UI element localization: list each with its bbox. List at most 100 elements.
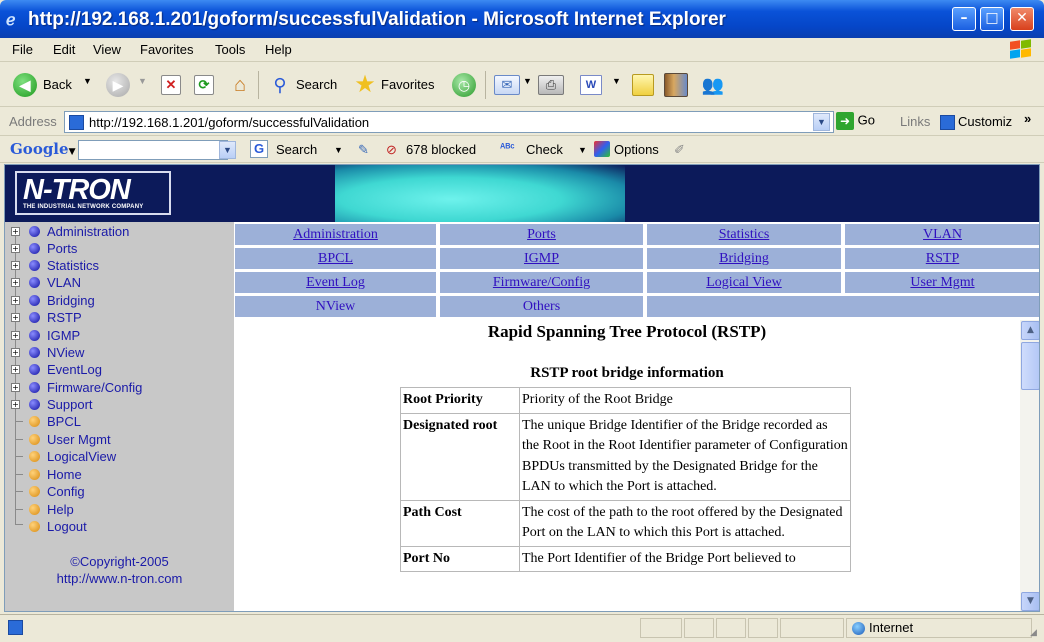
expand-icon[interactable]: + xyxy=(11,244,20,253)
tree-item-label[interactable]: NView xyxy=(47,345,84,360)
expand-icon[interactable]: + xyxy=(11,261,20,270)
tree-item-label[interactable]: User Mgmt xyxy=(47,432,111,447)
expand-icon[interactable]: + xyxy=(11,331,20,340)
search-button-label[interactable]: Search xyxy=(296,77,337,92)
tree-item-label[interactable]: Home xyxy=(47,467,82,482)
customize-links-button[interactable]: Customiz xyxy=(940,114,1012,131)
nav-vlan[interactable]: VLAN xyxy=(844,223,1039,246)
home-icon[interactable]: ⌂ xyxy=(227,73,253,97)
tree-item-label[interactable]: Administration xyxy=(47,224,129,239)
messenger-icon[interactable]: 👥 xyxy=(700,73,726,97)
popup-blocker-icon[interactable]: ⊘ xyxy=(386,142,397,158)
vertical-scrollbar[interactable]: ▲ ▼ xyxy=(1020,320,1039,611)
nav-rstp[interactable]: RSTP xyxy=(844,247,1039,270)
menu-help[interactable]: Help xyxy=(265,42,292,57)
edit-word-icon[interactable]: W xyxy=(580,75,602,95)
google-search-icon[interactable]: G xyxy=(250,140,268,158)
nav-administration[interactable]: Administration xyxy=(234,223,437,246)
ntron-website-link[interactable]: http://www.n-tron.com xyxy=(5,571,234,586)
google-search-input[interactable]: ▼ xyxy=(78,140,236,160)
google-search-dropdown-icon[interactable]: ▼ xyxy=(219,141,236,159)
go-button[interactable]: ➜ Go xyxy=(836,112,875,130)
expand-icon[interactable]: + xyxy=(11,313,20,322)
favorites-star-icon[interactable]: ★ xyxy=(352,72,378,98)
favorites-button-label[interactable]: Favorites xyxy=(381,77,434,92)
nav-logical-view[interactable]: Logical View xyxy=(646,271,842,294)
nav-ports[interactable]: Ports xyxy=(439,223,644,246)
expand-icon[interactable]: + xyxy=(11,296,20,305)
nav-firmware-config[interactable]: Firmware/Config xyxy=(439,271,644,294)
google-logo[interactable]: Google▼ xyxy=(10,140,75,158)
popup-blocked-count[interactable]: 678 blocked xyxy=(406,142,476,157)
expand-icon[interactable]: + xyxy=(11,383,20,392)
spellcheck-dropdown-icon[interactable]: ▼ xyxy=(578,145,587,155)
tree-item-label[interactable]: LogicalView xyxy=(47,449,116,464)
tree-item-label[interactable]: Firmware/Config xyxy=(47,380,142,395)
nav-user-mgmt[interactable]: User Mgmt xyxy=(844,271,1039,294)
menu-file[interactable]: File xyxy=(12,42,33,57)
google-search-options-icon[interactable]: ▼ xyxy=(334,145,343,155)
tree-item-label[interactable]: VLAN xyxy=(47,275,81,290)
nav-igmp[interactable]: IGMP xyxy=(439,247,644,270)
tree-item-label[interactable]: EventLog xyxy=(47,362,102,377)
address-url[interactable]: http://192.168.1.201/goform/successfulVa… xyxy=(89,115,369,130)
back-dropdown-icon[interactable]: ▼ xyxy=(83,76,92,86)
forward-dropdown-icon[interactable]: ▼ xyxy=(138,76,147,86)
expand-icon[interactable]: + xyxy=(11,348,20,357)
tree-item-label[interactable]: Logout xyxy=(47,519,87,534)
tree-item-label[interactable]: RSTP xyxy=(47,310,82,325)
minimize-button[interactable]: – xyxy=(952,7,976,31)
maximize-button[interactable]: □ xyxy=(980,7,1004,31)
spellcheck-icon[interactable]: ᴬᴮᶜ xyxy=(500,142,515,154)
close-button[interactable]: ✕ xyxy=(1010,7,1034,31)
scroll-up-icon[interactable]: ▲ xyxy=(1021,321,1039,340)
tree-item-label[interactable]: Support xyxy=(47,397,93,412)
mail-icon[interactable]: ✉ xyxy=(494,75,520,95)
menu-view[interactable]: View xyxy=(93,42,121,57)
nav-others[interactable]: Others xyxy=(439,295,644,318)
tree-item-label[interactable]: Ports xyxy=(47,241,77,256)
expand-icon[interactable]: + xyxy=(11,278,20,287)
address-input[interactable]: http://192.168.1.201/goform/successfulVa… xyxy=(64,111,834,133)
options-icon[interactable] xyxy=(594,141,610,157)
refresh-icon[interactable]: ⟳ xyxy=(194,75,214,95)
back-button-label[interactable]: Back xyxy=(43,77,72,92)
nav-bpcl[interactable]: BPCL xyxy=(234,247,437,270)
menu-tools[interactable]: Tools xyxy=(215,42,245,57)
tree-item-label[interactable]: Bridging xyxy=(47,293,95,308)
expand-icon[interactable]: + xyxy=(11,400,20,409)
tree-item-label[interactable]: Statistics xyxy=(47,258,99,273)
news-icon[interactable]: ✎ xyxy=(358,142,369,158)
mail-dropdown-icon[interactable]: ▼ xyxy=(523,76,532,86)
research-icon[interactable] xyxy=(664,73,688,97)
nav-event-log[interactable]: Event Log xyxy=(234,271,437,294)
history-icon[interactable]: ◷ xyxy=(452,73,476,97)
nav-statistics[interactable]: Statistics xyxy=(646,223,842,246)
tree-item-label[interactable]: IGMP xyxy=(47,328,80,343)
expand-icon[interactable]: + xyxy=(11,227,20,236)
links-label[interactable]: Links xyxy=(900,114,930,129)
tree-item-label[interactable]: Config xyxy=(47,484,85,499)
nav-bridging[interactable]: Bridging xyxy=(646,247,842,270)
resize-grip-icon[interactable]: ◢ xyxy=(1030,627,1037,638)
tree-item-label[interactable]: BPCL xyxy=(47,414,81,429)
back-arrow-icon[interactable]: ◀ xyxy=(13,73,37,97)
options-button[interactable]: Options xyxy=(614,142,659,157)
search-icon[interactable]: ⚲ xyxy=(268,73,292,97)
discuss-icon[interactable] xyxy=(632,74,654,96)
toolbar-overflow-icon[interactable]: » xyxy=(1024,111,1031,126)
menu-edit[interactable]: Edit xyxy=(53,42,75,57)
tree-item-label[interactable]: Help xyxy=(47,502,74,517)
edit-dropdown-icon[interactable]: ▼ xyxy=(612,76,621,86)
ie-window-icon[interactable]: ℯ xyxy=(6,10,24,29)
menu-favorites[interactable]: Favorites xyxy=(140,42,193,57)
forward-arrow-icon[interactable]: ▶ xyxy=(106,73,130,97)
spellcheck-button[interactable]: Check xyxy=(526,142,563,157)
nav-nview[interactable]: NView xyxy=(234,295,437,318)
scroll-down-icon[interactable]: ▼ xyxy=(1021,592,1039,611)
stop-icon[interactable]: ✕ xyxy=(161,75,181,95)
address-dropdown-icon[interactable]: ▼ xyxy=(813,113,830,131)
scroll-thumb[interactable] xyxy=(1021,342,1039,390)
highlight-pen-icon[interactable]: ✐ xyxy=(674,142,685,158)
google-search-button[interactable]: Search xyxy=(276,142,317,157)
